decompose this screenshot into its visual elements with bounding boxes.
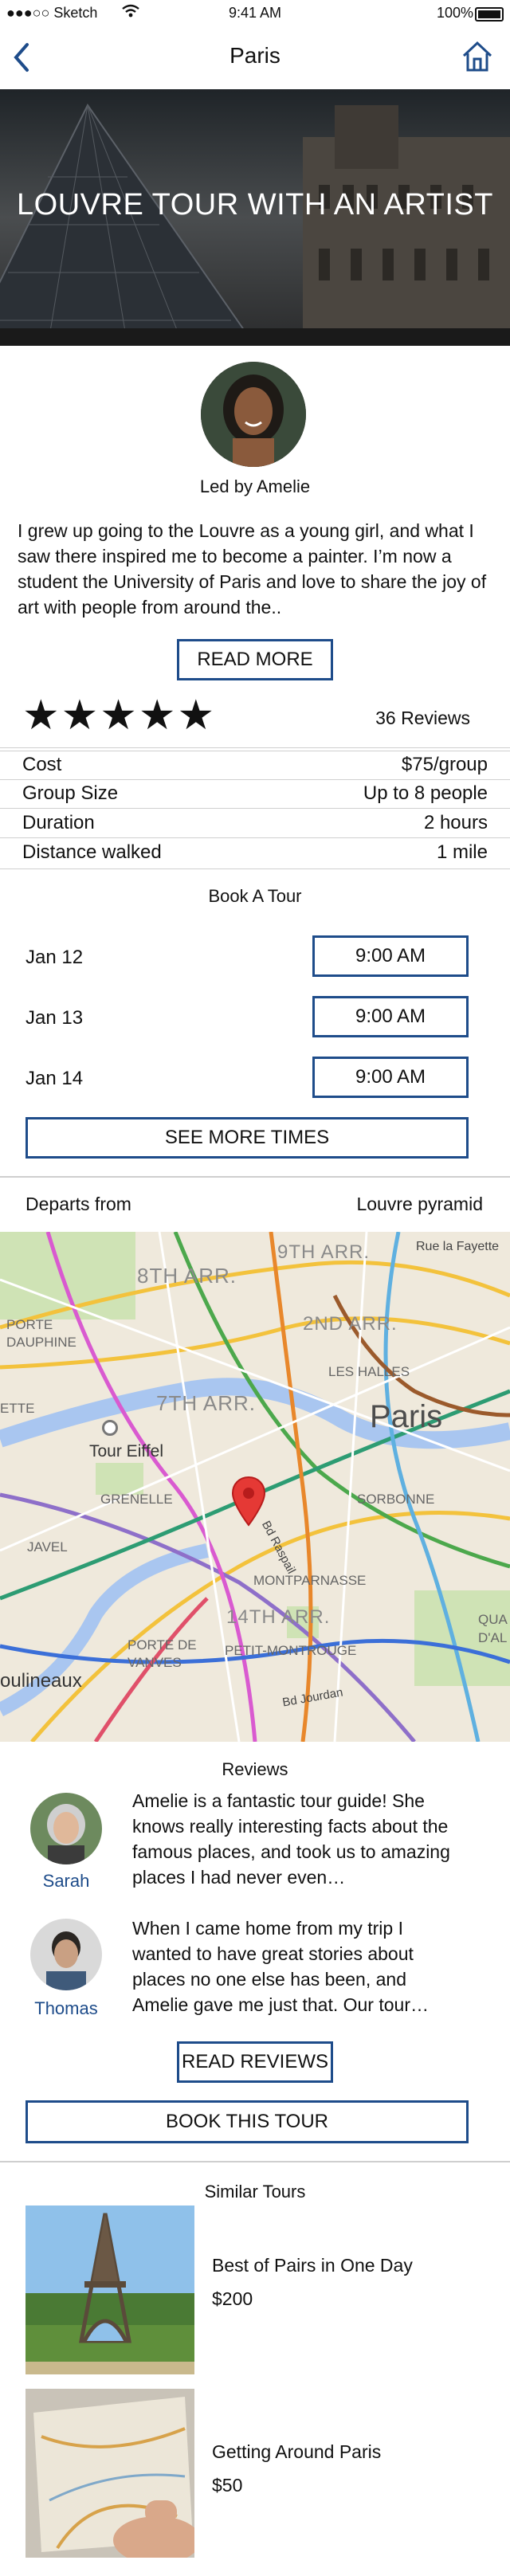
map-label: JAVEL [27,1539,68,1555]
detail-label: Group Size [22,782,119,804]
map-label: LES HALLES [328,1364,410,1379]
status-bar: ●●●○○ Sketch 9:41 AM 100% [0,0,510,27]
map-label: 14TH ARR. [226,1606,331,1628]
detail-row-duration: Duration 2 hours [22,812,488,834]
similar-tour-title[interactable]: Best of Pairs in One Day [212,2255,413,2276]
detail-label: Duration [22,812,95,833]
landmark-icon [102,1420,118,1436]
detail-row-cost: Cost $75/group [22,754,488,776]
divider [0,837,510,838]
reviews-count: 36 Reviews [375,708,470,728]
map[interactable]: 9TH ARR. 8TH ARR. Rue la Fayette 2ND ARR… [0,1232,510,1742]
similar-tour-title[interactable]: Getting Around Paris [212,2441,381,2463]
map-label: ETTE [0,1401,35,1416]
detail-value: $75/group [401,754,488,775]
map-label: PETIT-MONTROUGE [225,1643,357,1658]
divider [0,868,510,869]
divider [0,1176,510,1178]
map-label: 8TH ARR. [137,1264,237,1288]
departs-value: Louvre pyramid [356,1194,483,1214]
booking-date: Jan 14 [26,1068,84,1089]
map-label: GRENELLE [100,1492,173,1507]
detail-label: Cost [22,754,62,775]
detail-label: Distance walked [22,841,162,863]
divider [0,747,510,748]
read-reviews-button[interactable]: READ REVIEWS [177,2041,333,2083]
status-time: 9:41 AM [228,5,282,21]
detail-value: Up to 8 people [363,782,488,804]
star-icon: ★ [177,692,217,739]
reviews-heading: Reviews [222,1759,288,1779]
similar-tour-image[interactable] [26,2389,194,2558]
map-label: 7TH ARR. [156,1391,257,1415]
review-text: When I came home from my trip I wanted t… [132,1918,429,2015]
page-title: Paris [230,43,280,68]
map-label: MONTPARNASSE [253,1573,367,1588]
map-label: Tour Eiffel [89,1442,163,1461]
map-label: D'AL [478,1630,508,1645]
reviewer-name: Thomas [34,1998,98,2018]
hero-title: LOUVRE TOUR WITH AN ARTIST [17,188,493,222]
home-icon[interactable] [461,40,494,77]
divider [0,808,510,809]
map-label: QUA [478,1612,508,1627]
nav-bar: Paris [0,29,510,86]
booking-date: Jan 13 [26,1007,84,1029]
detail-value: 1 mile [436,841,488,863]
star-icon: ★ [100,692,139,739]
read-more-button[interactable]: READ MORE [177,639,333,680]
map-pin-icon[interactable] [231,1476,266,1531]
detail-row-distance: Distance walked 1 mile [22,841,488,864]
hero-image: LOUVRE TOUR WITH AN ARTIST [0,89,510,346]
detail-row-group-size: Group Size Up to 8 people [22,782,488,805]
map-label: SORBONNE [357,1492,435,1507]
similar-tour-price: $200 [212,2288,253,2309]
map-city-label: Paris [370,1399,443,1434]
departs-label: Departs from [26,1194,131,1214]
booking-heading: Book A Tour [208,886,302,906]
map-label: oulineaux [0,1670,82,1692]
similar-tour-price: $50 [212,2475,243,2496]
guide-bio: I grew up going to the Louvre as a young… [18,520,487,618]
divider [0,779,510,780]
similar-heading: Similar Tours [204,2182,306,2202]
avatar [30,1793,102,1864]
similar-tour-image[interactable] [26,2205,194,2374]
star-icon: ★ [61,692,100,739]
battery-label: 100% [436,5,473,21]
review-text: Amelie is a fantastic tour guide! She kn… [132,1790,450,1888]
battery-icon [475,7,504,22]
reviewer-name: Sarah [42,1871,90,1891]
map-label: 9TH ARR. [277,1241,371,1263]
map-label: PORTE DAUPHINE [6,1317,76,1350]
map-label: PORTE DE VANVES [128,1637,197,1670]
see-more-times-button[interactable]: SEE MORE TIMES [26,1117,469,1159]
guide-avatar [201,362,306,467]
booking-date: Jan 12 [26,947,84,968]
time-slot-button[interactable]: 9:00 AM [312,935,469,977]
map-label: 2ND ARR. [303,1313,398,1335]
divider [0,2161,510,2162]
detail-value: 2 hours [423,812,488,833]
guide-name: Led by Amelie [199,476,311,496]
book-tour-button[interactable]: BOOK THIS TOUR [26,2100,469,2143]
star-icon: ★ [138,692,178,739]
map-label: Rue la Fayette [416,1240,500,1253]
avatar [30,1919,102,1990]
time-slot-button[interactable]: 9:00 AM [312,996,469,1037]
star-icon: ★ [22,692,61,739]
time-slot-button[interactable]: 9:00 AM [312,1057,469,1098]
star-rating: ★★★★★ [22,693,216,738]
